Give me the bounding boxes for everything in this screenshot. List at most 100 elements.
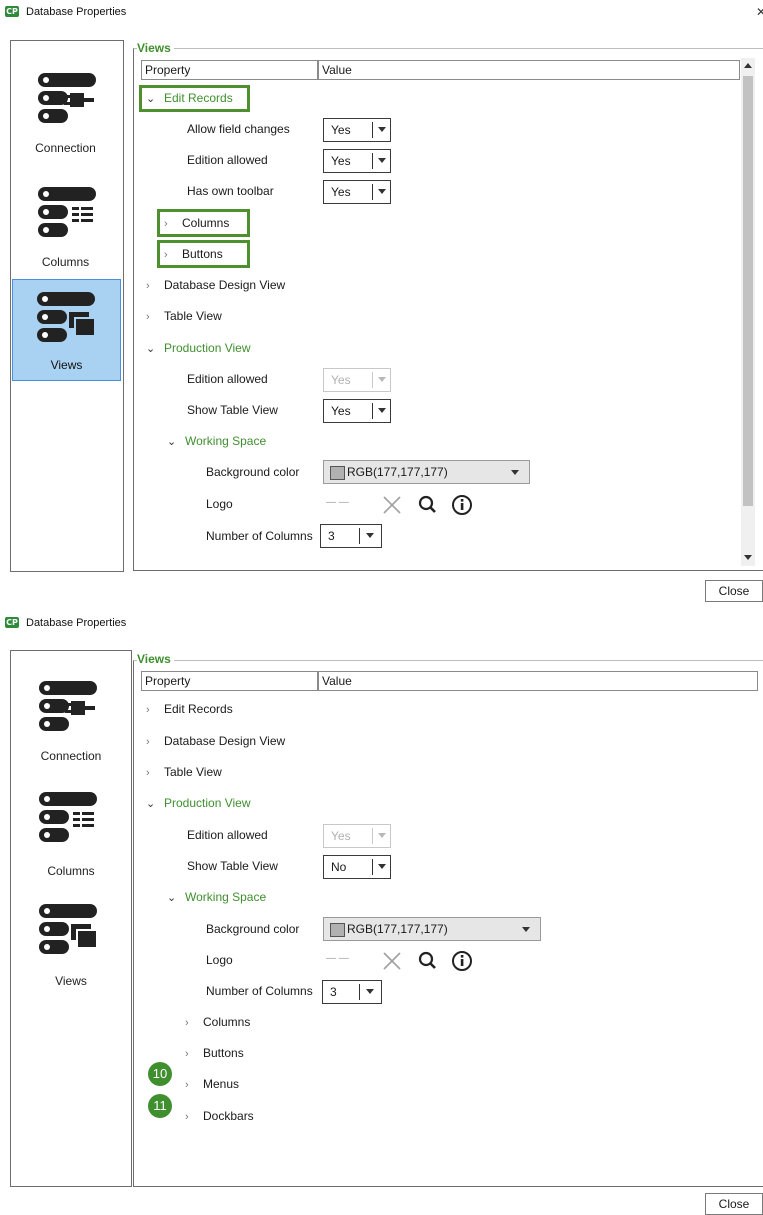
prop-logo: Logo xyxy=(206,953,233,967)
scroll-thumb[interactable] xyxy=(743,76,753,506)
prop-logo: Logo xyxy=(206,497,233,511)
nav-label-views: Views xyxy=(55,974,87,988)
group-title: Views xyxy=(137,652,174,666)
window-title: Database Properties xyxy=(26,617,127,629)
chevron-down-icon xyxy=(522,927,530,932)
chevron-down-icon xyxy=(511,470,519,475)
has-own-toolbar-combo[interactable]: Yes xyxy=(323,180,391,204)
tree-node-working-space[interactable]: ⌄ Working Space xyxy=(167,886,266,908)
nav-item-connection[interactable]: Connection xyxy=(12,61,119,181)
tree-node-table-view[interactable]: › Table View xyxy=(146,761,222,783)
info-icon[interactable] xyxy=(452,951,472,971)
prop-show-table-view: Show Table View xyxy=(187,859,278,873)
tree-node-production-view[interactable]: ⌄ Production View xyxy=(146,337,251,359)
number-of-columns-combo[interactable]: 3 xyxy=(322,980,382,1004)
logo-actions xyxy=(383,495,472,515)
step-badge: 11 xyxy=(148,1094,172,1118)
tree-node-buttons[interactable]: › Buttons xyxy=(185,1042,244,1064)
tree-node-table-view[interactable]: › Table View xyxy=(146,305,222,327)
header-property[interactable]: Property xyxy=(141,671,318,691)
tree-node-working-space[interactable]: ⌄ Working Space xyxy=(167,430,266,452)
tree-node-database-design-view[interactable]: › Database Design View xyxy=(146,274,285,296)
show-table-view-combo[interactable]: Yes xyxy=(323,399,391,423)
color-swatch xyxy=(330,466,345,480)
chevron-down-icon: ⌄ xyxy=(146,343,156,355)
prop-background-color: Background color xyxy=(206,922,300,936)
search-icon[interactable] xyxy=(418,951,436,969)
connection-icon xyxy=(39,681,97,731)
scroll-down-arrow-icon[interactable] xyxy=(744,555,752,560)
nav-label-connection: Connection xyxy=(35,141,96,155)
category-sidebar: Connection Columns Views xyxy=(10,650,132,1187)
chevron-right-icon: › xyxy=(185,1111,189,1123)
background-color-combo[interactable]: RGB(177,177,177) xyxy=(323,460,530,484)
header-property[interactable]: Property xyxy=(141,60,318,80)
category-sidebar: Connection Columns Views xyxy=(10,40,124,572)
prop-number-of-columns: Number of Columns xyxy=(206,529,313,543)
prop-edition-allowed: Edition allowed xyxy=(187,828,268,842)
nav-item-columns[interactable]: Columns xyxy=(12,181,119,276)
chevron-down-icon: ⌄ xyxy=(167,892,177,904)
logo-actions xyxy=(383,951,472,971)
show-table-view-combo[interactable]: No xyxy=(323,855,391,879)
nav-item-columns[interactable]: Columns xyxy=(12,786,130,886)
app-icon: CP xyxy=(5,6,19,17)
chevron-down-icon xyxy=(378,158,386,163)
background-color-combo[interactable]: RGB(177,177,177) xyxy=(323,917,541,941)
connection-icon xyxy=(38,73,96,123)
group-title: Views xyxy=(137,41,174,55)
edition-allowed-combo[interactable]: Yes xyxy=(323,149,391,173)
step-badge: 10 xyxy=(148,1062,172,1086)
highlight-box xyxy=(139,85,250,112)
close-button[interactable]: Close xyxy=(705,580,763,602)
chevron-down-icon xyxy=(378,833,386,838)
chevron-down-icon xyxy=(378,377,386,382)
tree-node-menus[interactable]: › Menus xyxy=(185,1073,239,1095)
tree-node-database-design-view[interactable]: › Database Design View xyxy=(146,730,285,752)
allow-field-changes-combo[interactable]: Yes xyxy=(323,118,391,142)
tree-node-production-view[interactable]: ⌄ Production View xyxy=(146,792,251,814)
nav-label-columns: Columns xyxy=(47,864,95,878)
nav-item-views[interactable]: Views xyxy=(12,896,130,996)
chevron-right-icon: › xyxy=(185,1017,189,1029)
window-close-button[interactable]: ✕ xyxy=(756,5,763,19)
highlight-box xyxy=(157,209,250,237)
chevron-right-icon: › xyxy=(146,311,150,323)
logo-placeholder: — — xyxy=(326,497,349,508)
nav-item-views[interactable]: Views xyxy=(12,279,121,381)
prop-edition-allowed: Edition allowed xyxy=(187,153,268,167)
chevron-right-icon: › xyxy=(185,1079,189,1091)
chevron-right-icon: › xyxy=(146,280,150,292)
info-icon[interactable] xyxy=(452,495,472,515)
color-swatch xyxy=(330,923,345,937)
tree-node-columns[interactable]: › Columns xyxy=(185,1011,250,1033)
chevron-down-icon xyxy=(378,127,386,132)
header-value[interactable]: Value xyxy=(318,671,758,691)
tree-node-dockbars[interactable]: › Dockbars xyxy=(185,1105,254,1127)
highlight-box xyxy=(157,240,250,268)
prop-has-own-toolbar: Has own toolbar xyxy=(187,184,274,198)
nav-item-connection[interactable]: Connection xyxy=(12,673,130,783)
clear-x-icon[interactable] xyxy=(383,952,401,970)
chevron-right-icon: › xyxy=(146,767,150,779)
chevron-down-icon xyxy=(378,189,386,194)
title-bar: CP Database Properties xyxy=(0,611,763,637)
scroll-up-arrow-icon[interactable] xyxy=(744,63,752,68)
nav-label-connection: Connection xyxy=(40,749,102,763)
search-icon[interactable] xyxy=(418,495,436,513)
edition-allowed-combo-disabled: Yes xyxy=(323,824,391,848)
close-button[interactable]: Close xyxy=(705,1193,763,1215)
chevron-right-icon: › xyxy=(146,736,150,748)
tree-node-edit-records[interactable]: › Edit Records xyxy=(146,698,233,720)
views-icon xyxy=(37,292,96,342)
chevron-right-icon: › xyxy=(146,704,150,716)
chevron-down-icon: ⌄ xyxy=(167,436,177,448)
clear-x-icon[interactable] xyxy=(383,496,401,514)
prop-number-of-columns: Number of Columns xyxy=(206,984,313,998)
number-of-columns-combo[interactable]: 3 xyxy=(320,524,382,548)
header-value[interactable]: Value xyxy=(318,60,740,80)
chevron-down-icon xyxy=(378,408,386,413)
window-title: Database Properties xyxy=(26,6,127,18)
vertical-scrollbar[interactable] xyxy=(741,58,755,566)
prop-show-table-view: Show Table View xyxy=(187,403,278,417)
